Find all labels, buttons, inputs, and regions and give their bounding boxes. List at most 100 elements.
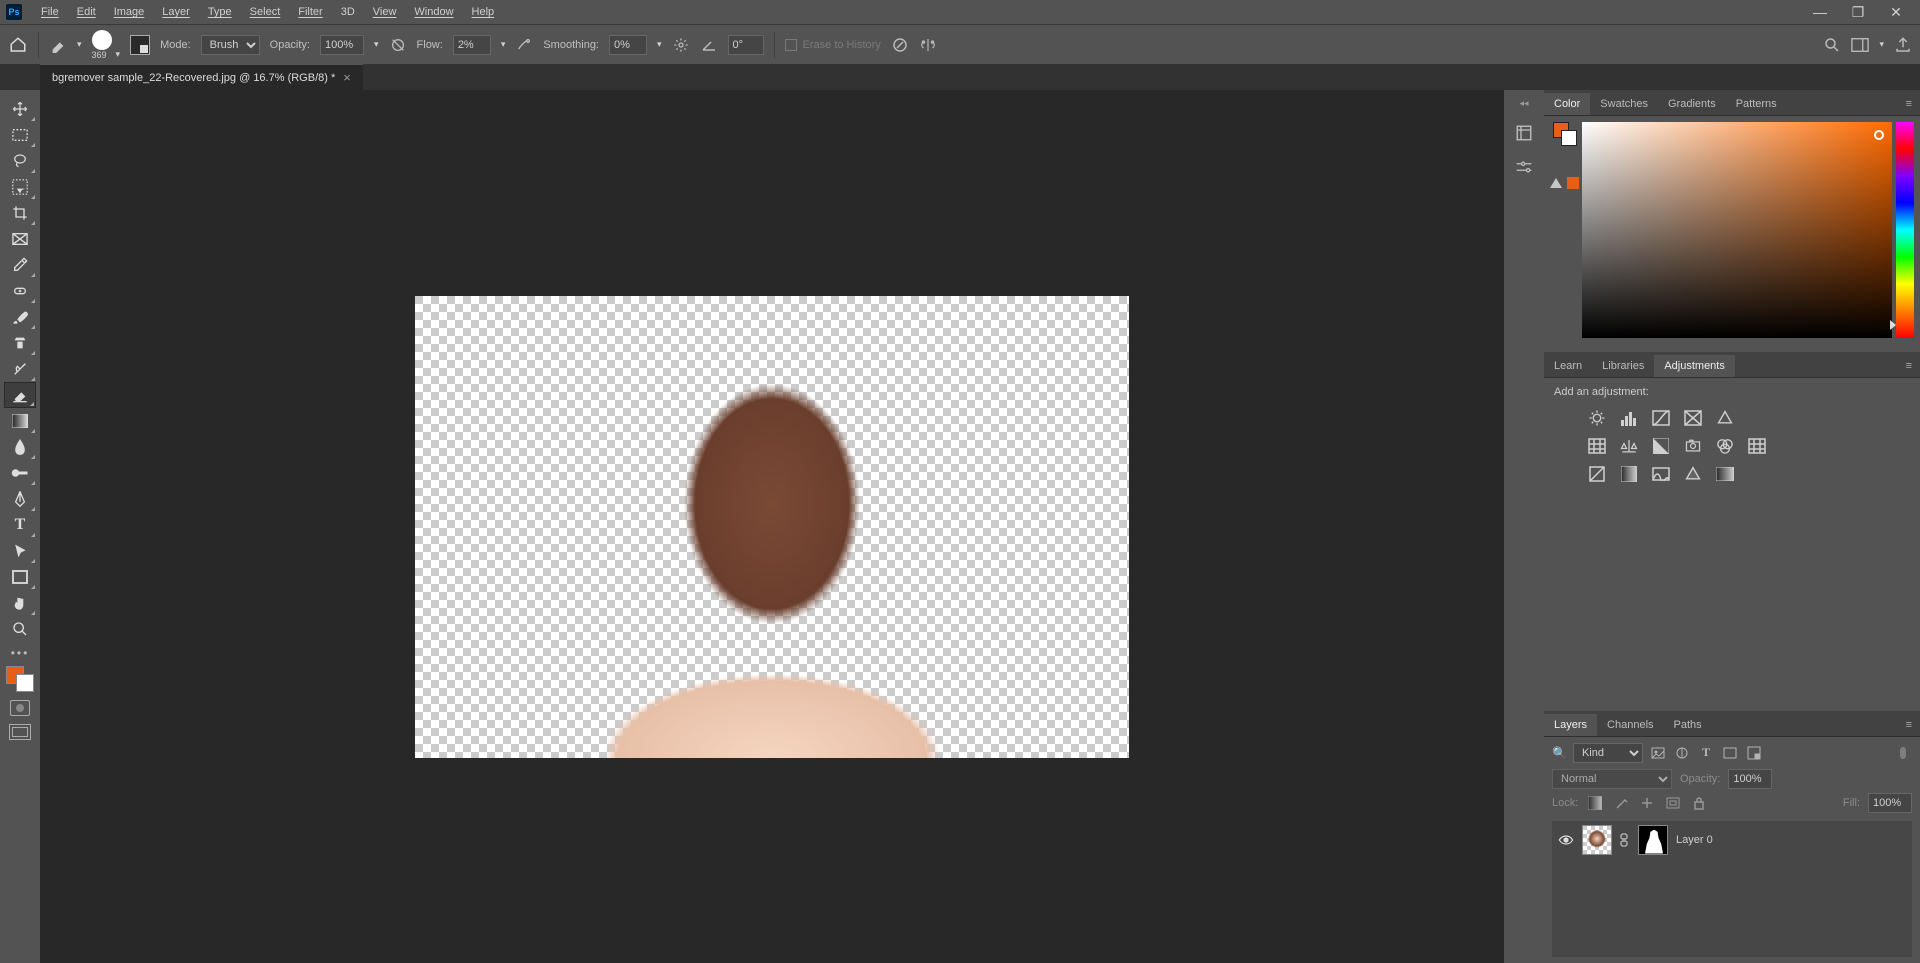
marquee-tool[interactable]	[4, 122, 36, 148]
lock-image-icon[interactable]	[1612, 794, 1630, 812]
exposure-icon[interactable]	[1682, 408, 1704, 428]
lock-transparent-icon[interactable]	[1586, 794, 1604, 812]
color-lookup-icon[interactable]	[1746, 436, 1768, 456]
quick-mask-icon[interactable]	[10, 700, 30, 716]
pen-tool[interactable]	[4, 486, 36, 512]
layer-thumbnail[interactable]	[1582, 825, 1612, 855]
type-tool[interactable]: T	[4, 512, 36, 538]
tab-patterns[interactable]: Patterns	[1726, 93, 1787, 115]
channel-mixer-icon[interactable]	[1714, 436, 1736, 456]
selective-color-icon[interactable]	[1682, 464, 1704, 484]
rectangle-tool[interactable]	[4, 564, 36, 590]
document-canvas[interactable]	[415, 296, 1129, 758]
pressure-opacity-icon[interactable]	[389, 36, 407, 54]
screen-mode-icon[interactable]	[9, 724, 31, 740]
invert-icon[interactable]	[1586, 464, 1608, 484]
vibrance-icon[interactable]	[1714, 408, 1736, 428]
path-selection-tool[interactable]	[4, 538, 36, 564]
menu-file[interactable]: File	[32, 0, 68, 24]
lock-position-icon[interactable]	[1638, 794, 1656, 812]
lock-all-icon[interactable]	[1690, 794, 1708, 812]
panel-menu-icon[interactable]: ≡	[1898, 355, 1920, 377]
tab-layers[interactable]: Layers	[1544, 714, 1597, 736]
mode-select[interactable]: Brush	[201, 35, 260, 55]
panel-menu-icon[interactable]: ≡	[1898, 93, 1920, 115]
layer-opacity-input[interactable]	[1728, 769, 1772, 789]
foreground-background-swatch[interactable]	[6, 666, 34, 692]
close-tab-icon[interactable]: ×	[343, 70, 351, 85]
share-icon[interactable]	[1894, 36, 1912, 54]
layer-filter-kind[interactable]: Kind	[1573, 743, 1643, 763]
chevron-down-icon[interactable]: ▾	[657, 39, 662, 50]
angle-input[interactable]	[728, 35, 764, 55]
blend-mode-select[interactable]: Normal	[1552, 769, 1672, 789]
posterize-icon[interactable]	[1618, 464, 1640, 484]
tab-paths[interactable]: Paths	[1664, 714, 1712, 736]
crop-tool[interactable]	[4, 200, 36, 226]
clone-stamp-tool[interactable]	[4, 330, 36, 356]
brush-tool[interactable]	[4, 304, 36, 330]
tab-libraries[interactable]: Libraries	[1592, 355, 1654, 377]
filter-pixel-icon[interactable]	[1649, 744, 1667, 762]
pressure-size-icon[interactable]	[891, 36, 909, 54]
eraser-tool-icon[interactable]	[49, 36, 67, 54]
search-icon[interactable]	[1823, 36, 1841, 54]
brush-panel-toggle[interactable]	[130, 35, 150, 55]
black-white-icon[interactable]	[1650, 436, 1672, 456]
fill-input[interactable]	[1868, 793, 1912, 813]
brightness-contrast-icon[interactable]	[1586, 408, 1608, 428]
lock-artboard-icon[interactable]	[1664, 794, 1682, 812]
tab-adjustments[interactable]: Adjustments	[1654, 355, 1735, 377]
hue-slider[interactable]	[1896, 122, 1914, 338]
menu-help[interactable]: Help	[463, 0, 504, 24]
document-tab[interactable]: bgremover sample_22-Recovered.jpg @ 16.7…	[40, 64, 363, 90]
levels-icon[interactable]	[1618, 408, 1640, 428]
menu-select[interactable]: Select	[241, 0, 290, 24]
menu-filter[interactable]: Filter	[289, 0, 331, 24]
erase-history-checkbox[interactable]: Erase to History	[785, 39, 881, 51]
edit-toolbar-icon[interactable]: •••	[11, 646, 30, 660]
layer-row[interactable]: Layer 0	[1552, 821, 1912, 859]
layer-visibility-icon[interactable]	[1558, 834, 1574, 846]
layer-link-icon[interactable]	[1620, 833, 1630, 847]
frame-tool[interactable]	[4, 226, 36, 252]
flow-input[interactable]	[453, 35, 491, 55]
hue-saturation-icon[interactable]	[1586, 436, 1608, 456]
object-selection-tool[interactable]	[4, 174, 36, 200]
zoom-tool[interactable]	[4, 616, 36, 642]
chevron-down-icon[interactable]: ▾	[1879, 39, 1884, 50]
window-close-icon[interactable]: ✕	[1888, 4, 1904, 21]
filter-shape-icon[interactable]	[1721, 744, 1739, 762]
tab-swatches[interactable]: Swatches	[1590, 93, 1658, 115]
eraser-tool[interactable]	[4, 382, 36, 408]
threshold-icon[interactable]	[1650, 464, 1672, 484]
airbrush-icon[interactable]	[515, 36, 533, 54]
chevron-down-icon[interactable]: ▾	[77, 39, 82, 50]
symmetry-icon[interactable]	[919, 36, 937, 54]
layer-name[interactable]: Layer 0	[1676, 834, 1713, 846]
menu-type[interactable]: Type	[199, 0, 241, 24]
chevron-down-icon[interactable]: ▾	[501, 39, 506, 50]
filter-toggle-icon[interactable]	[1894, 744, 1912, 762]
blur-tool[interactable]	[4, 434, 36, 460]
home-icon[interactable]	[8, 35, 28, 55]
tab-gradients[interactable]: Gradients	[1658, 93, 1726, 115]
history-panel-icon[interactable]	[1513, 123, 1535, 143]
move-tool[interactable]	[4, 96, 36, 122]
smoothing-options-icon[interactable]	[672, 36, 690, 54]
layer-mask-thumbnail[interactable]	[1638, 825, 1668, 855]
tab-color[interactable]: Color	[1544, 93, 1590, 115]
lasso-tool[interactable]	[4, 148, 36, 174]
menu-window[interactable]: Window	[405, 0, 462, 24]
panel-menu-icon[interactable]: ≡	[1898, 714, 1920, 736]
smoothing-input[interactable]	[609, 35, 647, 55]
brush-preview[interactable]: 369 ▾	[92, 30, 121, 60]
menu-view[interactable]: View	[364, 0, 406, 24]
gradient-tool[interactable]	[4, 408, 36, 434]
canvas[interactable]	[40, 90, 1504, 963]
tab-learn[interactable]: Learn	[1544, 355, 1592, 377]
dodge-tool[interactable]	[4, 460, 36, 486]
gradient-map-icon[interactable]	[1714, 464, 1736, 484]
history-brush-tool[interactable]	[4, 356, 36, 382]
saturation-value-picker[interactable]	[1582, 122, 1892, 338]
